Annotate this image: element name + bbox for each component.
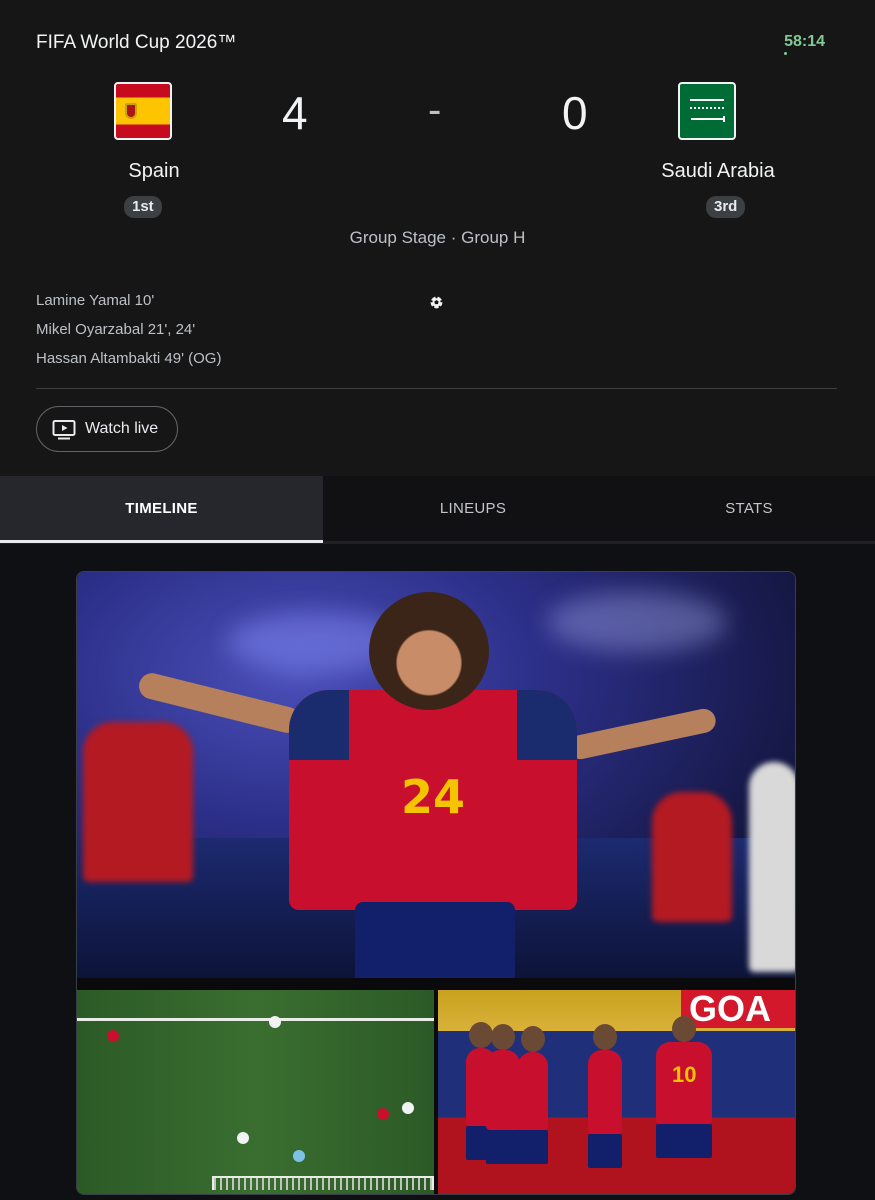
player-head [521, 1026, 545, 1052]
saudi-arabia-flag-icon [678, 82, 736, 140]
player-dot [269, 1016, 281, 1028]
jersey-number: 24 [401, 770, 466, 824]
tab-lineups[interactable]: LINEUPS [323, 476, 623, 541]
background-player [749, 762, 795, 972]
player-shorts [355, 902, 515, 978]
player-dot [237, 1132, 249, 1144]
away-team-rank-badge: 3rd [706, 196, 746, 218]
player-head [593, 1024, 617, 1050]
scorer-item: Hassan Altambakti 49' (OG) [36, 350, 222, 367]
away-team-name[interactable]: Saudi Arabia [618, 160, 818, 183]
home-score: 4 [282, 87, 308, 139]
background-player [83, 722, 193, 882]
match-card: FIFA World Cup 2026™ 58:14 4 - 0 Spain S… [0, 0, 875, 476]
player-shorts [518, 1130, 548, 1164]
background-player [652, 792, 732, 922]
soccer-ball-icon [430, 296, 443, 309]
watch-live-button[interactable]: Watch live [36, 406, 178, 452]
sword-icon [691, 116, 725, 122]
jersey-number: 10 [672, 1062, 697, 1087]
spain-flag-icon [114, 82, 172, 140]
live-match-clock: 58:14 [784, 33, 825, 55]
player-dot [377, 1108, 389, 1120]
clock-value: 58:14 [784, 33, 825, 50]
watch-live-label: Watch live [85, 420, 159, 437]
divider [36, 388, 837, 389]
match-tabs: TIMELINE LINEUPS STATS [0, 476, 875, 544]
tab-stats[interactable]: STATS [623, 476, 875, 541]
player-head [672, 1016, 696, 1042]
goal-scorers-list: Lamine Yamal 10' Mikel Oyarzabal 21', 24… [36, 292, 221, 379]
home-team-rank-badge: 1st [124, 196, 162, 218]
celebration-hero-photo[interactable]: 24 [77, 572, 795, 978]
coat-of-arms-icon [125, 103, 137, 119]
player-figure [588, 1024, 622, 1168]
match-stage: Group Stage · Group H [349, 228, 526, 247]
player-shorts [486, 1130, 520, 1164]
player-dot [107, 1030, 119, 1042]
away-score: 0 [562, 87, 588, 139]
player-arm [566, 706, 718, 762]
score-separator: - [428, 88, 442, 132]
player-shorts [656, 1124, 712, 1158]
player-figure [518, 1026, 548, 1164]
stadium-light [547, 592, 727, 652]
team-celebration-photo[interactable]: GOA 10 [438, 990, 795, 1194]
tv-play-icon [52, 420, 76, 440]
player-head [369, 592, 489, 710]
goal-net [212, 1176, 434, 1190]
live-indicator-dot [784, 52, 788, 55]
scorer-item: Mikel Oyarzabal 21', 24' [36, 321, 196, 338]
ad-board-text: GOA [681, 990, 795, 1028]
goalkeeper-dot [293, 1150, 305, 1162]
tab-timeline[interactable]: TIMELINE [0, 476, 323, 543]
scorer-item: Lamine Yamal 10' [36, 292, 155, 309]
shahada-script-icon [690, 99, 724, 109]
player-figure [486, 1024, 520, 1164]
aerial-pitch-photo[interactable] [77, 990, 434, 1194]
pitch-line [77, 1018, 434, 1021]
player-head [469, 1022, 493, 1048]
player-shorts [588, 1134, 622, 1168]
home-team-name[interactable]: Spain [54, 160, 254, 183]
photo-gallery[interactable]: 24 GOA 10 [76, 571, 796, 1195]
player-head [491, 1024, 515, 1050]
player-dot [402, 1102, 414, 1114]
competition-title[interactable]: FIFA World Cup 2026™ [36, 32, 236, 54]
